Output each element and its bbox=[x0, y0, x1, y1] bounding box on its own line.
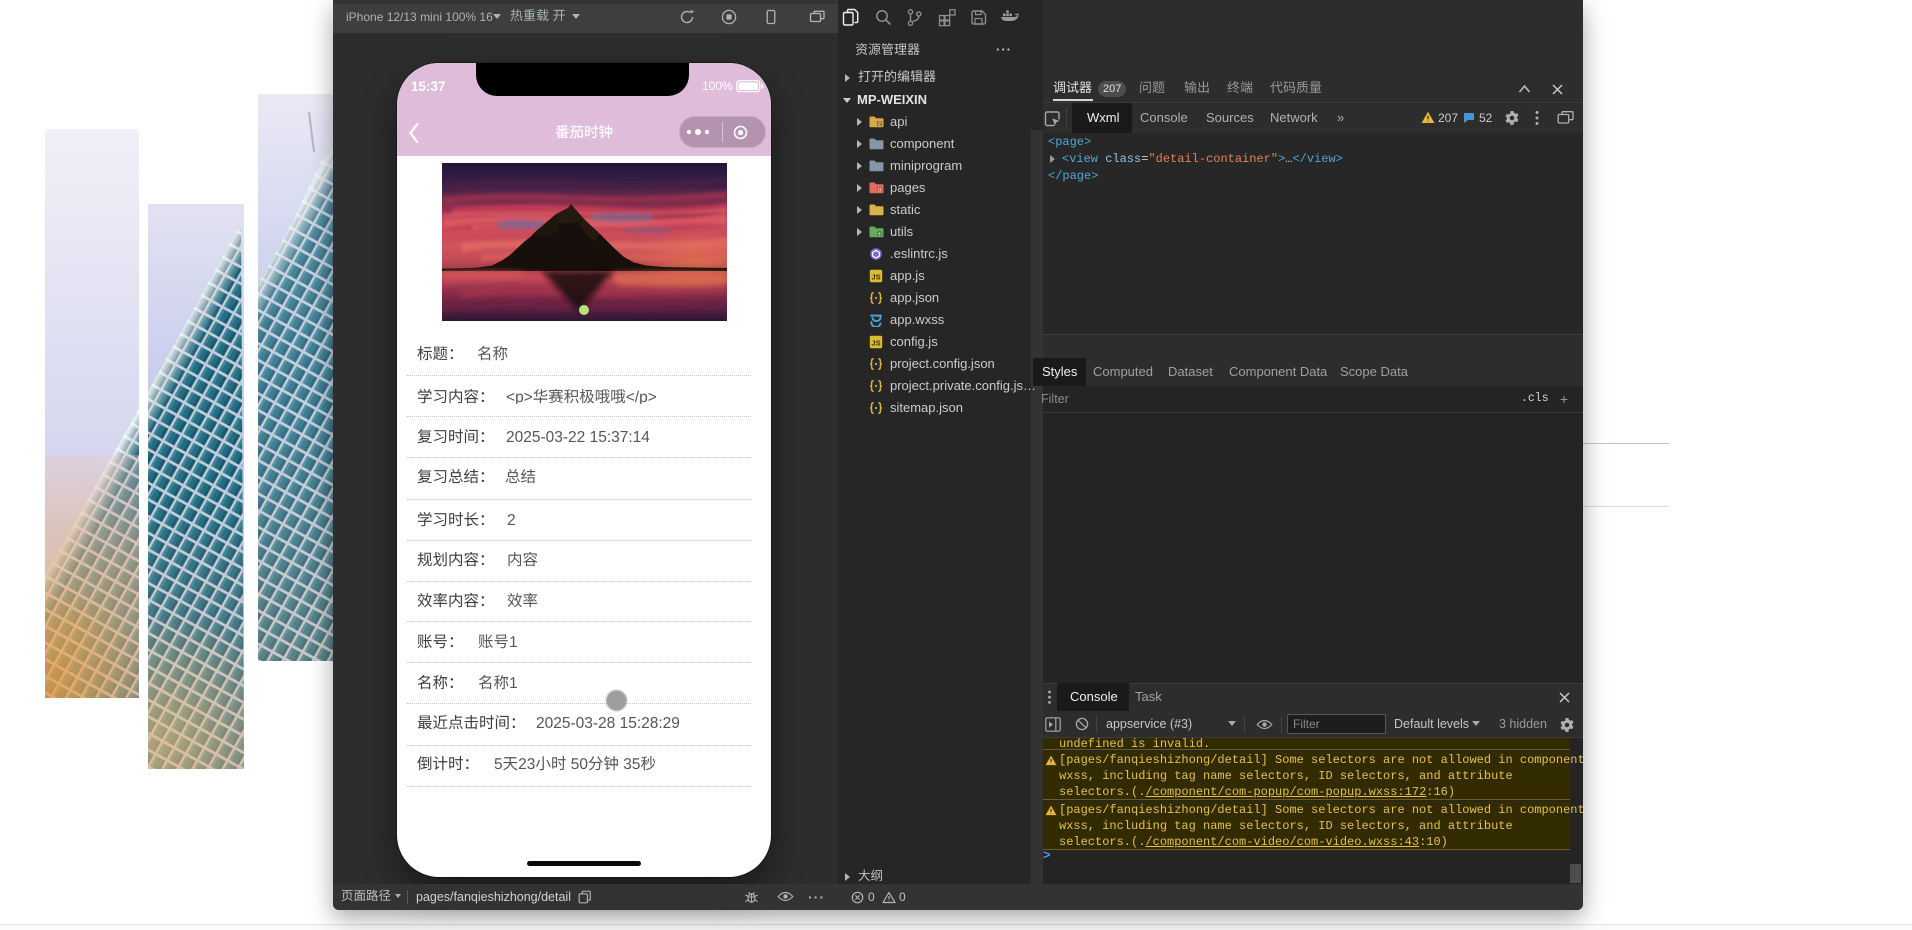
svg-text:+: + bbox=[878, 231, 882, 238]
svg-text:JS: JS bbox=[871, 273, 880, 282]
svg-text:#: # bbox=[878, 121, 881, 127]
svg-text:JS: JS bbox=[871, 339, 880, 348]
